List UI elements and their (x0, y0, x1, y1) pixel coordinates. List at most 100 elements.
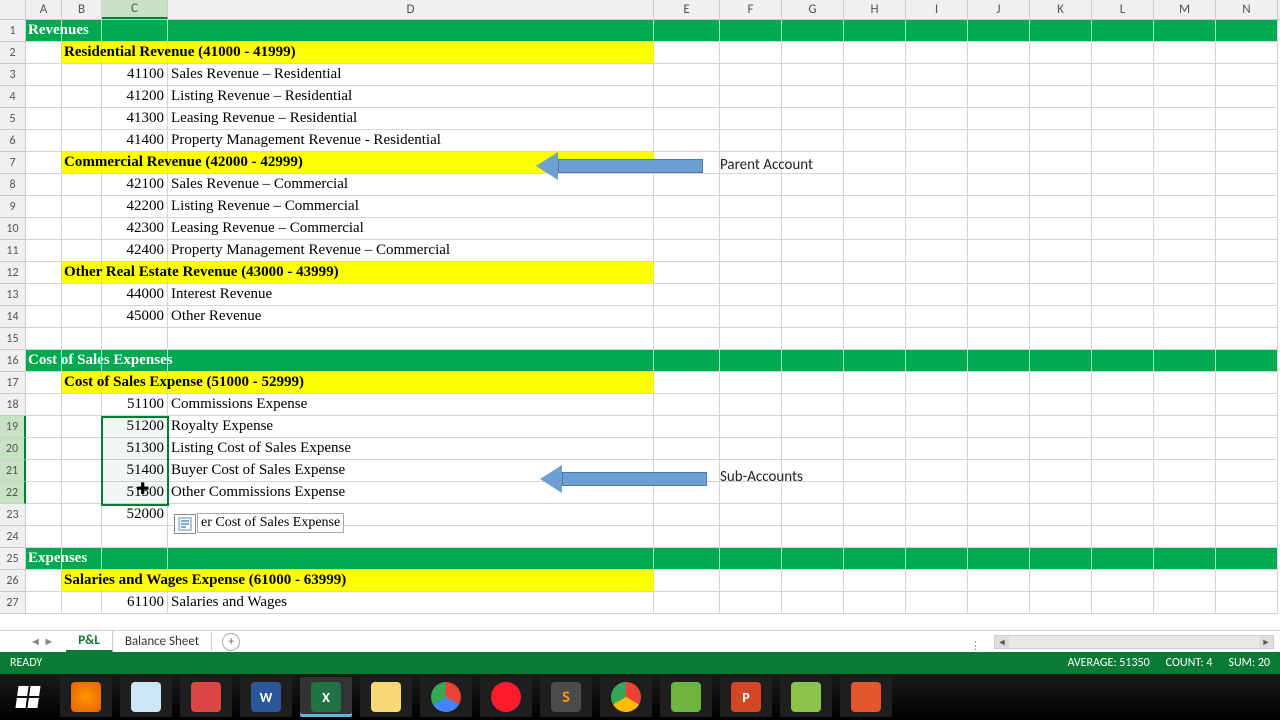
cell-J7[interactable] (968, 152, 1030, 174)
cell-F17[interactable] (720, 372, 782, 394)
add-sheet-button[interactable]: + (222, 633, 240, 651)
cell-J15[interactable] (968, 328, 1030, 350)
cell-J16[interactable] (968, 350, 1030, 372)
cell-K23[interactable] (1030, 504, 1092, 526)
tab-nav-arrows[interactable]: ◄ ► (30, 635, 54, 648)
cell-B10[interactable] (62, 218, 102, 240)
cell-E13[interactable] (654, 284, 720, 306)
col-header-h[interactable]: H (844, 0, 906, 19)
cell-G9[interactable] (782, 196, 844, 218)
cell-G27[interactable] (782, 592, 844, 614)
cell-K25[interactable] (1030, 548, 1092, 570)
cell-F9[interactable] (720, 196, 782, 218)
cell-I19[interactable] (906, 416, 968, 438)
cell-H20[interactable] (844, 438, 906, 460)
cell-K21[interactable] (1030, 460, 1092, 482)
cell-L22[interactable] (1092, 482, 1154, 504)
cell-M17[interactable] (1154, 372, 1216, 394)
cell-I6[interactable] (906, 130, 968, 152)
cell-D5[interactable]: Leasing Revenue – Residential (168, 108, 654, 130)
row-15[interactable]: 15 (0, 328, 1280, 350)
cell-G4[interactable] (782, 86, 844, 108)
cell-D10[interactable]: Leasing Revenue – Commercial (168, 218, 654, 240)
cell-C23[interactable]: 52000 (102, 504, 168, 526)
row-25[interactable]: 25Expenses (0, 548, 1280, 570)
cell-F25[interactable] (720, 548, 782, 570)
cell-E26[interactable] (654, 570, 720, 592)
taskbar-excel[interactable]: X (300, 677, 352, 717)
cell-E23[interactable] (654, 504, 720, 526)
cell-I23[interactable] (906, 504, 968, 526)
cell-E4[interactable] (654, 86, 720, 108)
horizontal-scrollbar[interactable]: ◄ ► (994, 635, 1274, 649)
cell-A8[interactable] (26, 174, 62, 196)
cell-L26[interactable] (1092, 570, 1154, 592)
cell-K13[interactable] (1030, 284, 1092, 306)
cell-N7[interactable] (1216, 152, 1278, 174)
cell-M4[interactable] (1154, 86, 1216, 108)
cell-D14[interactable]: Other Revenue (168, 306, 654, 328)
cell-E1[interactable] (654, 20, 720, 42)
cell-K4[interactable] (1030, 86, 1092, 108)
cell-A11[interactable] (26, 240, 62, 262)
cell-K17[interactable] (1030, 372, 1092, 394)
cell-M24[interactable] (1154, 526, 1216, 548)
cell-A23[interactable] (26, 504, 62, 526)
cell-B3[interactable] (62, 64, 102, 86)
cell-I26[interactable] (906, 570, 968, 592)
cell-I25[interactable] (906, 548, 968, 570)
row-3[interactable]: 341100Sales Revenue – Residential (0, 64, 1280, 86)
cell-N2[interactable] (1216, 42, 1278, 64)
cell-N6[interactable] (1216, 130, 1278, 152)
cell-E16[interactable] (654, 350, 720, 372)
cell-A2[interactable] (26, 42, 62, 64)
cell-D9[interactable]: Listing Revenue – Commercial (168, 196, 654, 218)
cell-G13[interactable] (782, 284, 844, 306)
cell-M15[interactable] (1154, 328, 1216, 350)
cell-N13[interactable] (1216, 284, 1278, 306)
row-11[interactable]: 1142400Property Management Revenue – Com… (0, 240, 1280, 262)
cell-G6[interactable] (782, 130, 844, 152)
cell-B19[interactable] (62, 416, 102, 438)
cell-G12[interactable] (782, 262, 844, 284)
cell-H23[interactable] (844, 504, 906, 526)
cell-B14[interactable] (62, 306, 102, 328)
cell-B5[interactable] (62, 108, 102, 130)
cell-D6[interactable]: Property Management Revenue - Residentia… (168, 130, 654, 152)
cell-H26[interactable] (844, 570, 906, 592)
row-header-14[interactable]: 14 (0, 306, 26, 328)
cell-B7[interactable]: Commercial Revenue (42000 - 42999) (62, 152, 102, 174)
cell-K12[interactable] (1030, 262, 1092, 284)
cell-J13[interactable] (968, 284, 1030, 306)
row-12[interactable]: 12Other Real Estate Revenue (43000 - 439… (0, 262, 1280, 284)
cell-K7[interactable] (1030, 152, 1092, 174)
row-header-18[interactable]: 18 (0, 394, 26, 416)
row-5[interactable]: 541300Leasing Revenue – Residential (0, 108, 1280, 130)
row-13[interactable]: 1344000Interest Revenue (0, 284, 1280, 306)
cell-E5[interactable] (654, 108, 720, 130)
cell-J26[interactable] (968, 570, 1030, 592)
col-header-l[interactable]: L (1092, 0, 1154, 19)
cell-D19[interactable]: Royalty Expense (168, 416, 654, 438)
cell-M8[interactable] (1154, 174, 1216, 196)
cell-A17[interactable] (26, 372, 62, 394)
cell-L4[interactable] (1092, 86, 1154, 108)
cell-F3[interactable] (720, 64, 782, 86)
cell-M7[interactable] (1154, 152, 1216, 174)
col-header-n[interactable]: N (1216, 0, 1278, 19)
taskbar-firefox[interactable] (60, 677, 112, 717)
cell-C5[interactable]: 41300 (102, 108, 168, 130)
cell-D25[interactable] (168, 548, 654, 570)
cell-F13[interactable] (720, 284, 782, 306)
row-header-27[interactable]: 27 (0, 592, 26, 614)
col-header-f[interactable]: F (720, 0, 782, 19)
taskbar-word[interactable]: W (240, 677, 292, 717)
cell-K26[interactable] (1030, 570, 1092, 592)
row-header-24[interactable]: 24 (0, 526, 26, 548)
row-header-17[interactable]: 17 (0, 372, 26, 394)
cell-E24[interactable] (654, 526, 720, 548)
cell-D11[interactable]: Property Management Revenue – Commercial (168, 240, 654, 262)
cell-E3[interactable] (654, 64, 720, 86)
cell-I20[interactable] (906, 438, 968, 460)
cell-E15[interactable] (654, 328, 720, 350)
